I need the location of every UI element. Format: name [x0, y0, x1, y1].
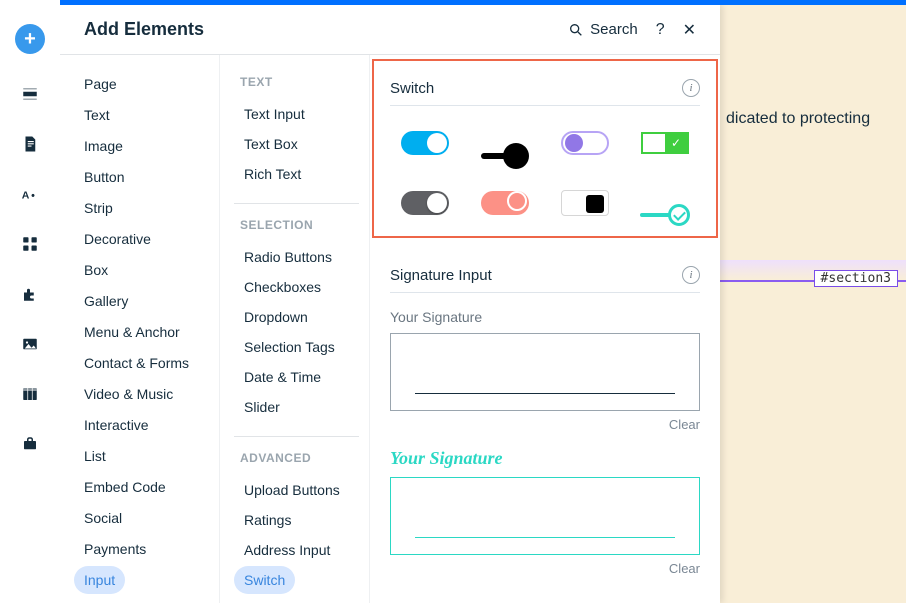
- group-separator: [234, 203, 359, 204]
- category-payments[interactable]: Payments: [74, 535, 156, 563]
- category-page[interactable]: Page: [74, 70, 127, 98]
- sub-text-box[interactable]: Text Box: [234, 130, 308, 158]
- sub-radio-buttons[interactable]: Radio Buttons: [234, 243, 342, 271]
- theme-icon[interactable]: A: [20, 184, 40, 204]
- close-button[interactable]: ✕: [683, 20, 696, 40]
- pages-icon[interactable]: [20, 134, 40, 154]
- svg-text:A: A: [22, 190, 30, 202]
- switch-preset-4[interactable]: ✓: [630, 128, 700, 158]
- signature-label-2: Your Signature: [390, 448, 700, 469]
- panel-title: Add Elements: [84, 19, 204, 40]
- switch-preset-8[interactable]: [630, 188, 700, 218]
- category-decorative[interactable]: Decorative: [74, 225, 161, 253]
- data-icon[interactable]: [20, 384, 40, 404]
- switch-preset-2[interactable]: [470, 128, 540, 158]
- search-button[interactable]: Search: [568, 21, 638, 38]
- category-text[interactable]: Text: [74, 101, 120, 129]
- add-elements-panel: Add Elements Search ? ✕ Page Text Image But…: [60, 5, 720, 603]
- sub-address-input[interactable]: Address Input: [234, 536, 340, 564]
- signature-section-title: Signature Input: [390, 267, 492, 284]
- apps-icon[interactable]: [20, 234, 40, 254]
- category-box[interactable]: Box: [74, 256, 118, 284]
- signature-line: [415, 393, 675, 394]
- signature-preset-1[interactable]: [390, 333, 700, 411]
- signature-label-1: Your Signature: [390, 309, 700, 325]
- sub-upload-buttons[interactable]: Upload Buttons: [234, 476, 350, 504]
- sections-icon[interactable]: [20, 84, 40, 104]
- sub-switch[interactable]: Switch: [234, 566, 295, 594]
- elements-preview: Switch i ✓ Signature Input i Yo: [370, 55, 720, 603]
- category-contact-forms[interactable]: Contact & Forms: [74, 349, 199, 377]
- category-input[interactable]: Input: [74, 566, 125, 594]
- switch-preset-1[interactable]: [390, 128, 460, 158]
- switch-preset-5[interactable]: [390, 188, 460, 218]
- signature-preset-2[interactable]: [390, 477, 700, 555]
- info-icon[interactable]: i: [682, 79, 700, 97]
- search-label: Search: [590, 21, 638, 38]
- signature-clear-2[interactable]: Clear: [390, 561, 700, 576]
- category-social[interactable]: Social: [74, 504, 132, 532]
- switch-preset-7[interactable]: [550, 188, 620, 218]
- top-accent-bar: [60, 0, 906, 5]
- media-icon[interactable]: [20, 334, 40, 354]
- sub-slider[interactable]: Slider: [234, 393, 290, 421]
- group-title-selection: SELECTION: [240, 218, 369, 232]
- sub-date-time[interactable]: Date & Time: [234, 363, 331, 391]
- category-embed-code[interactable]: Embed Code: [74, 473, 176, 501]
- switch-section-title: Switch: [390, 80, 434, 97]
- sub-rich-text[interactable]: Rich Text: [234, 160, 311, 188]
- panel-header: Add Elements Search ? ✕: [60, 5, 720, 55]
- category-list[interactable]: List: [74, 442, 116, 470]
- signature-section-header: Signature Input i: [390, 248, 700, 293]
- add-elements-button[interactable]: +: [15, 24, 45, 54]
- category-video-music[interactable]: Video & Music: [74, 380, 183, 408]
- category-image[interactable]: Image: [74, 132, 133, 160]
- group-title-advanced: ADVANCED: [240, 451, 369, 465]
- subcategory-list: TEXT Text InputText BoxRich Text SELECTION…: [220, 55, 370, 603]
- section-anchor-tag[interactable]: #section3: [814, 270, 898, 287]
- info-icon[interactable]: i: [682, 266, 700, 284]
- switch-section-header: Switch i: [390, 61, 700, 106]
- sub-selection-tags[interactable]: Selection Tags: [234, 333, 345, 361]
- category-strip[interactable]: Strip: [74, 194, 123, 222]
- signature-line: [415, 537, 675, 538]
- sub-checkboxes[interactable]: Checkboxes: [234, 273, 331, 301]
- category-gallery[interactable]: Gallery: [74, 287, 138, 315]
- canvas-text-fragment: dicated to protecting: [726, 110, 870, 128]
- category-list: Page Text Image Button Strip Decorative Box Gal…: [60, 55, 220, 603]
- switch-preset-3[interactable]: [550, 128, 620, 158]
- category-cms[interactable]: CMS: [74, 597, 125, 603]
- group-separator: [234, 436, 359, 437]
- category-button[interactable]: Button: [74, 163, 134, 191]
- search-icon: [568, 22, 584, 38]
- business-icon[interactable]: [20, 434, 40, 454]
- category-interactive[interactable]: Interactive: [74, 411, 159, 439]
- switch-preset-6[interactable]: [470, 188, 540, 218]
- sub-ratings[interactable]: Ratings: [234, 506, 301, 534]
- sub-dropdown[interactable]: Dropdown: [234, 303, 318, 331]
- signature-clear-1[interactable]: Clear: [390, 417, 700, 432]
- help-button[interactable]: ?: [656, 21, 665, 39]
- plugins-icon[interactable]: [20, 284, 40, 304]
- category-menu-anchor[interactable]: Menu & Anchor: [74, 318, 190, 346]
- group-title-text: TEXT: [240, 75, 369, 89]
- left-tool-rail: + A: [0, 0, 60, 603]
- sub-text-input[interactable]: Text Input: [234, 100, 315, 128]
- switch-section-highlight: Switch i ✓: [372, 59, 718, 238]
- editor-canvas[interactable]: dicated to protecting #section3: [720, 0, 906, 603]
